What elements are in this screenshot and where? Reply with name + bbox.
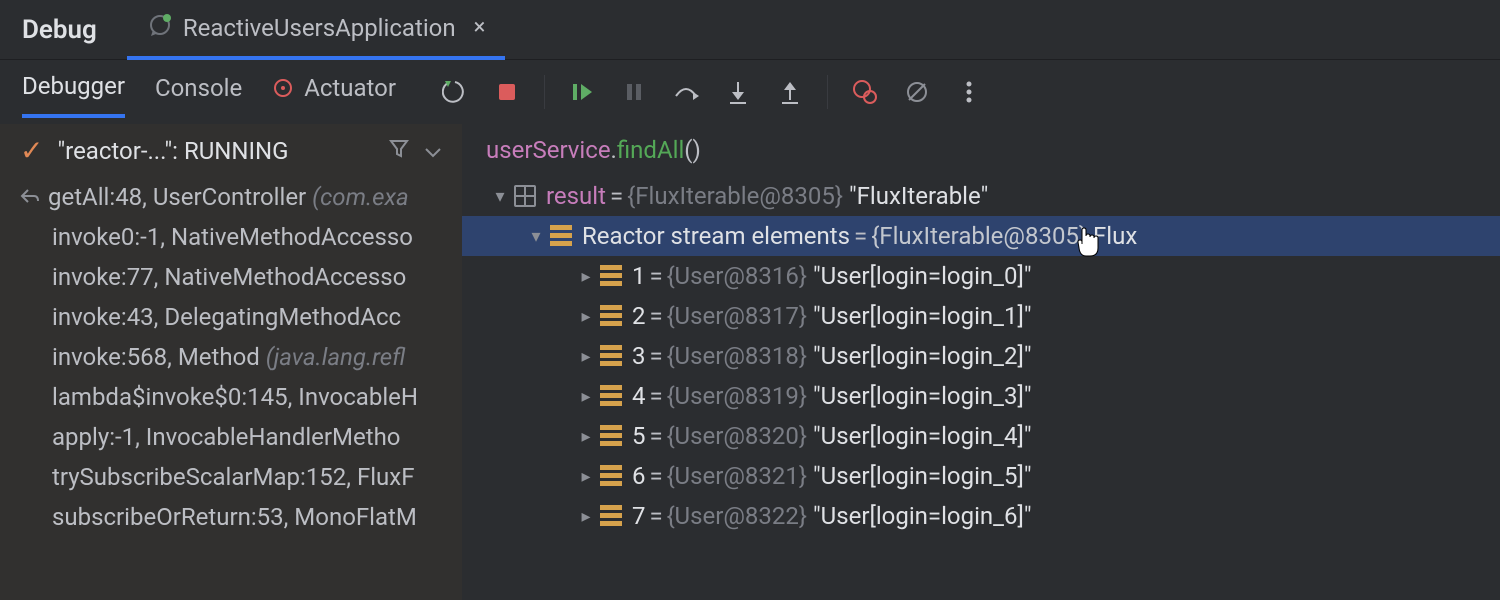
step-out-button[interactable]	[775, 77, 805, 107]
chevron-right-icon[interactable]: ▸	[572, 466, 600, 487]
list-icon	[600, 385, 622, 407]
variable-row-element[interactable]: ▸ 7={User@8322} "User[login=login_6]"	[462, 496, 1500, 536]
list-icon	[600, 505, 622, 527]
list-icon	[600, 345, 622, 367]
stack-frame[interactable]: getAll:48, UserController (com.exa	[0, 177, 462, 217]
close-icon[interactable]: ×	[474, 15, 486, 40]
rerun-button[interactable]	[440, 77, 470, 107]
evaluate-expression[interactable]: userService.findAll()	[462, 124, 1500, 176]
chevron-right-icon[interactable]: ▸	[572, 346, 600, 367]
tab-debugger[interactable]: Debugger	[22, 66, 125, 118]
step-over-button[interactable]	[671, 77, 701, 107]
variable-row-element[interactable]: ▸ 6={User@8321} "User[login=login_5]"	[462, 456, 1500, 496]
tab-console[interactable]: Console	[155, 68, 242, 116]
rerun-icon	[147, 12, 173, 44]
stack-frame[interactable]: invoke:43, DelegatingMethodAcc	[0, 297, 462, 337]
run-config-tab[interactable]: ReactiveUsersApplication ×	[127, 0, 506, 60]
variable-row-result[interactable]: ▾ result={FluxIterable@8305} "FluxIterab…	[462, 176, 1500, 216]
variable-row-element[interactable]: ▸ 5={User@8320} "User[login=login_4]"	[462, 416, 1500, 456]
more-button[interactable]	[954, 77, 984, 107]
variable-row-element[interactable]: ▸ 1={User@8316} "User[login=login_0]"	[462, 256, 1500, 296]
list-icon	[600, 305, 622, 327]
stack-frame[interactable]: trySubscribeScalarMap:152, FluxF	[0, 457, 462, 497]
list-icon	[600, 265, 622, 287]
chevron-right-icon[interactable]: ▸	[572, 306, 600, 327]
tab-label: ReactiveUsersApplication	[183, 14, 456, 42]
chevron-right-icon[interactable]: ▸	[572, 386, 600, 407]
top-bar: Debug ReactiveUsersApplication ×	[0, 0, 1500, 60]
separator	[827, 75, 828, 109]
stack-frame[interactable]: subscribeOrReturn:53, MonoFlatM	[0, 497, 462, 537]
filter-icon[interactable]	[388, 137, 410, 165]
cursor-icon	[1074, 226, 1102, 265]
stack-frame[interactable]: invoke0:-1, NativeMethodAccesso	[0, 217, 462, 257]
stack-frame[interactable]: invoke:77, NativeMethodAccesso	[0, 257, 462, 297]
chevron-down-icon[interactable]	[424, 137, 442, 165]
frames-panel: ✓ "reactor-...": RUNNING getAll:48, User…	[0, 124, 462, 600]
variables-panel: userService.findAll() ▾ result={FluxIter…	[462, 124, 1500, 600]
check-icon: ✓	[20, 134, 43, 167]
back-icon	[18, 183, 40, 211]
tab-actuator[interactable]: Actuator	[272, 68, 396, 116]
pause-button[interactable]	[619, 77, 649, 107]
table-icon	[514, 185, 536, 207]
list-icon	[600, 465, 622, 487]
tool-window-title: Debug	[0, 15, 127, 45]
actuator-icon	[272, 77, 294, 99]
resume-button[interactable]	[567, 77, 597, 107]
chevron-right-icon[interactable]: ▸	[572, 266, 600, 287]
debugger-toolbar: Debugger Console Actuator	[0, 60, 1500, 124]
stop-button[interactable]	[492, 77, 522, 107]
chevron-down-icon[interactable]: ▾	[522, 226, 550, 247]
stack-frame[interactable]: apply:-1, InvocableHandlerMetho	[0, 417, 462, 457]
list-icon	[600, 425, 622, 447]
mute-breakpoints-button[interactable]	[902, 77, 932, 107]
chevron-right-icon[interactable]: ▸	[572, 426, 600, 447]
chevron-down-icon[interactable]: ▾	[486, 186, 514, 207]
chevron-right-icon[interactable]: ▸	[572, 506, 600, 527]
thread-selector[interactable]: ✓ "reactor-...": RUNNING	[0, 124, 462, 177]
variable-row-stream[interactable]: ▾ Reactor stream elements={FluxIterable@…	[462, 216, 1500, 256]
separator	[544, 75, 545, 109]
variable-row-element[interactable]: ▸ 3={User@8318} "User[login=login_2]"	[462, 336, 1500, 376]
stack-frame[interactable]: invoke:568, Method (java.lang.refl	[0, 337, 462, 377]
view-breakpoints-button[interactable]	[850, 77, 880, 107]
stack-frame[interactable]: lambda$invoke$0:145, InvocableH	[0, 377, 462, 417]
step-into-button[interactable]	[723, 77, 753, 107]
variable-row-element[interactable]: ▸ 4={User@8319} "User[login=login_3]"	[462, 376, 1500, 416]
variable-row-element[interactable]: ▸ 2={User@8317} "User[login=login_1]"	[462, 296, 1500, 336]
list-icon	[550, 225, 572, 247]
main-panel: ✓ "reactor-...": RUNNING getAll:48, User…	[0, 124, 1500, 600]
